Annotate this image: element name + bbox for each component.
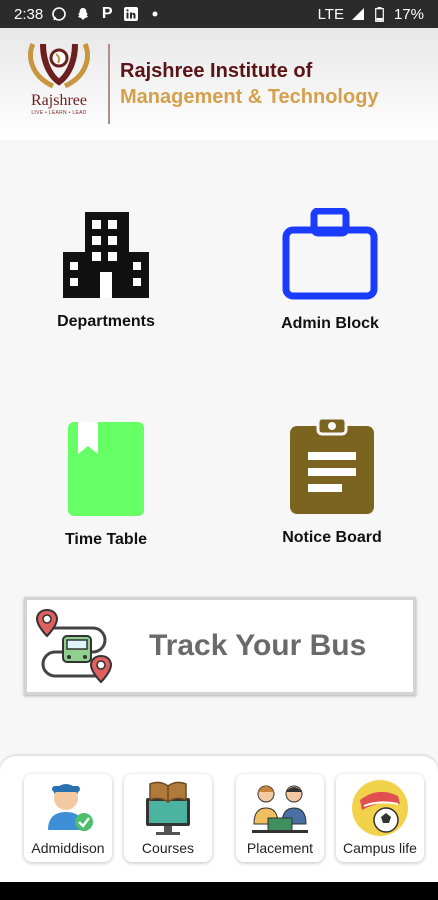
quick-link-placement[interactable]: Placement <box>236 774 324 862</box>
system-nav-bar <box>0 882 438 900</box>
logo-tagline: LIVE • LEARN • LEAD <box>31 110 87 116</box>
track-bus-button[interactable]: Track Your Bus <box>24 597 416 695</box>
quick-label-courses: Courses <box>141 840 195 856</box>
tile-label-time-table: Time Table <box>64 531 148 548</box>
tile-notice-board[interactable]: Notice Board <box>242 416 422 547</box>
book-monitor-icon <box>146 781 190 835</box>
wheat-emblem-icon <box>28 42 90 89</box>
interview-icon <box>252 785 308 833</box>
institute-logo: Rajshree LIVE • LEARN • LEAD <box>18 36 100 132</box>
tile-label-admin-block: Admin Block <box>281 315 379 332</box>
bookmark-book-icon <box>68 422 144 516</box>
student-admission-icon <box>48 784 93 831</box>
quick-link-admission[interactable]: Admiddison <box>24 774 112 862</box>
snapchat-icon <box>75 6 91 22</box>
sports-icon <box>352 780 408 836</box>
dot-icon <box>147 6 163 22</box>
signal-icon <box>350 6 366 22</box>
app-header: Rajshree LIVE • LEARN • LEAD Rajshree In… <box>0 28 438 140</box>
p-icon: P <box>101 5 113 22</box>
quick-label-admission: Admiddison <box>31 840 105 856</box>
tile-label-departments: Departments <box>57 313 155 330</box>
header-divider <box>108 44 110 124</box>
battery-level: 17% <box>393 5 424 23</box>
battery-icon <box>372 6 388 22</box>
quick-label-campus-life: Campus life <box>343 840 417 856</box>
tile-label-notice-board: Notice Board <box>282 529 382 546</box>
status-bar: 2:38 P LTE 17% <box>0 0 438 28</box>
institute-title-line1: Rajshree Institute of <box>120 60 313 82</box>
tile-admin-block[interactable]: Admin Block <box>240 207 420 333</box>
bus-route-icon <box>35 608 113 684</box>
institute-title-line2: Management & Technology <box>120 86 379 108</box>
track-bus-label: Track Your Bus <box>149 629 367 662</box>
quick-link-campus-life[interactable]: Campus life <box>336 774 424 862</box>
tile-departments[interactable]: Departments <box>16 212 196 331</box>
briefcase-icon <box>282 207 378 300</box>
institute-title: Rajshree Institute of Management & Techn… <box>120 58 379 110</box>
clipboard-icon <box>290 416 374 514</box>
logo-name: Rajshree <box>31 92 87 109</box>
quick-label-placement: Placement <box>246 840 314 856</box>
linkedin-icon <box>123 6 139 22</box>
whatsapp-icon <box>51 6 67 22</box>
network-label: LTE <box>317 5 344 23</box>
quick-links-panel: Admiddison Courses Placement Campus life <box>0 756 438 900</box>
quick-link-courses[interactable]: Courses <box>124 774 212 862</box>
status-time: 2:38 <box>14 5 44 23</box>
tile-time-table[interactable]: Time Table <box>16 422 196 549</box>
building-icon <box>63 212 149 298</box>
